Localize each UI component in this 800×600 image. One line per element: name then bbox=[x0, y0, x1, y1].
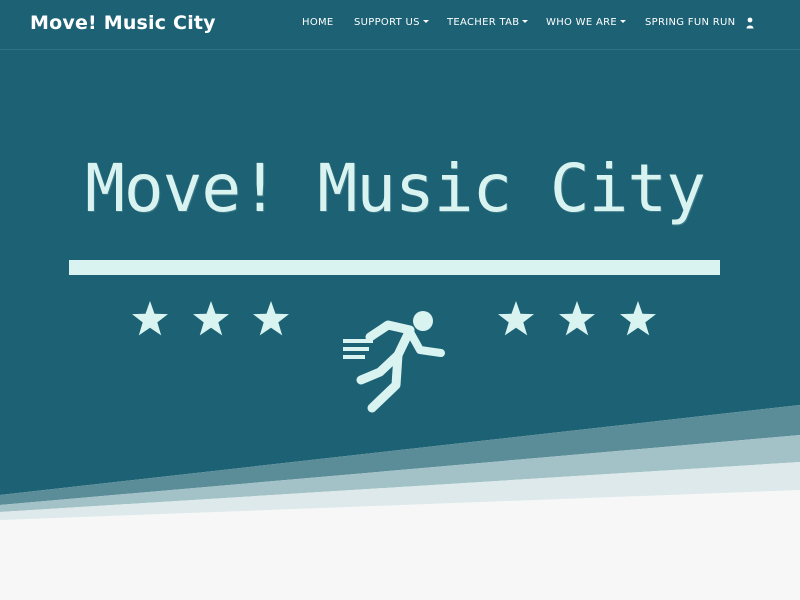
hero-banner: Move! Music City bbox=[0, 50, 800, 600]
caret-down-icon bbox=[422, 19, 429, 23]
nav-item-label: SPRING FUN RUN bbox=[645, 17, 736, 28]
nav-item-label: HOME bbox=[302, 17, 334, 28]
divider-bar bbox=[69, 260, 720, 275]
page: Move! Music City HOME SUPPORT US TEACHER… bbox=[0, 0, 800, 600]
nav-item-home[interactable]: HOME bbox=[302, 17, 334, 28]
hero-background bbox=[0, 50, 800, 600]
nav-item-support-us[interactable]: SUPPORT US bbox=[354, 17, 429, 28]
hero-title: Move! Music City bbox=[85, 150, 706, 227]
nav-item-who-we-are[interactable]: WHO WE ARE bbox=[546, 17, 626, 28]
nav-item-spring-fun-run[interactable]: SPRING FUN RUN bbox=[645, 17, 735, 28]
nav-item-label: WHO WE ARE bbox=[546, 17, 617, 28]
caret-down-icon bbox=[619, 19, 626, 23]
top-navbar: Move! Music City HOME SUPPORT US TEACHER… bbox=[0, 0, 800, 50]
nav-item-label: TEACHER TAB bbox=[447, 17, 520, 28]
caret-down-icon bbox=[522, 19, 529, 23]
nav-item-teacher-tab[interactable]: TEACHER TAB bbox=[447, 17, 529, 28]
user-icon[interactable] bbox=[746, 17, 754, 29]
site-brand[interactable]: Move! Music City bbox=[30, 12, 216, 34]
nav-item-label: SUPPORT US bbox=[354, 17, 420, 28]
